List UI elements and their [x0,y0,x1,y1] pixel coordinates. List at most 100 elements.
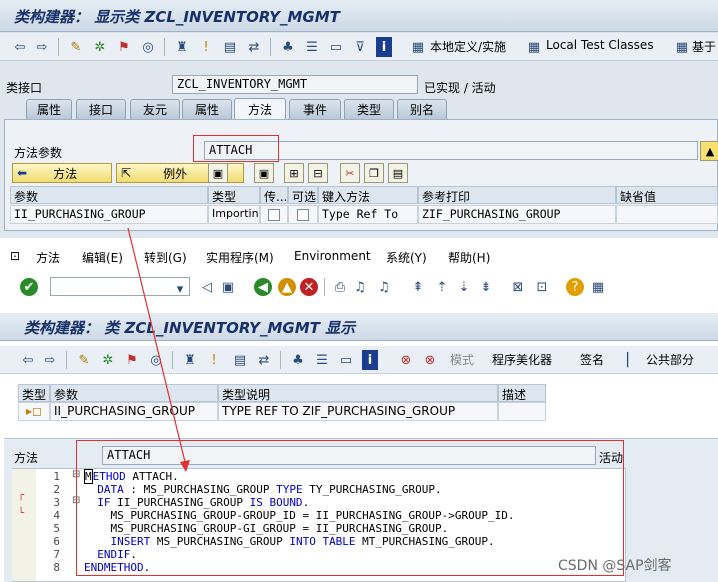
find-next-icon[interactable]: ♫ [376,277,392,297]
info-pin-icon[interactable]: ǃ [198,37,214,57]
menu-icon[interactable]: ⊡ [10,249,20,263]
menu-utilities[interactable]: 实用程序(M) [206,249,274,266]
menu-goto[interactable]: 转到(G) [144,249,187,266]
param-type-cell[interactable]: Importin... [208,205,260,224]
enter-icon[interactable]: ✔ [20,278,38,296]
menu-environment[interactable]: Environment [294,249,371,263]
w2-type-desc-cell[interactable]: TYPE REF TO ZIF_PURCHASING_GROUP [218,402,498,421]
local-test-button[interactable]: Local Test Classes [546,38,654,52]
layout-icon[interactable]: ▭ [328,37,344,57]
back-icon[interactable]: ⇦ [12,37,28,57]
tab-events[interactable]: 事件 [289,99,341,119]
pass-value-checkbox[interactable] [268,208,280,221]
edit2-icon[interactable]: ✎ [76,350,92,370]
menu-system[interactable]: 系统(Y) [386,249,427,266]
local-def-button[interactable]: 本地定义/实施 [430,38,506,55]
public-section-button[interactable]: 公共部分 [646,351,694,368]
activate2-icon[interactable]: ⚑ [124,350,140,370]
stack2-icon[interactable]: ☰ [314,350,330,370]
tab-attributes[interactable]: 属性 [26,99,72,119]
fold-if-icon[interactable]: ⊟ [72,495,80,506]
copy-icon[interactable]: ❐ [364,163,384,183]
tab-friends[interactable]: 友元 [130,99,180,119]
tab-attributes-2[interactable]: 属性 [182,99,232,119]
hierarchy-icon[interactable]: ♜ [174,37,190,57]
check2-icon[interactable]: ✲ [100,350,116,370]
new-session-icon[interactable]: ⊠ [510,277,526,297]
display-object2-icon[interactable]: ▤ [232,350,248,370]
base-button[interactable]: 基于 [692,38,716,55]
back-green-icon[interactable]: ◀ [254,278,272,296]
layout-menu-icon[interactable]: ▦ [590,277,606,297]
help-icon[interactable]: ? [566,278,584,296]
where-used2-icon[interactable]: ◎ [148,350,164,370]
w2-method-field[interactable]: ATTACH [102,446,596,465]
breakpoint-icon[interactable]: ⊗ [398,350,414,370]
command-field[interactable] [50,277,190,296]
pattern-button[interactable]: 模式 [450,351,474,368]
code-text[interactable]: METHOD ATTACH. DATA : MS_PURCHASING_GROU… [84,469,514,574]
class-interface-field[interactable]: ZCL_INVENTORY_MGMT [172,75,418,94]
method-button[interactable]: ⬅ 方法 [12,163,112,183]
session-breakpoint-icon[interactable]: ⊗ [422,350,438,370]
optional-checkbox[interactable] [297,208,309,221]
cancel-icon[interactable]: ✕ [300,278,318,296]
insert-row-icon[interactable]: ⊞ [284,163,304,183]
pass-value-cell[interactable] [260,205,288,224]
collapse-icon[interactable]: ◁ [200,277,214,297]
method-params-field[interactable]: ATTACH [204,141,698,160]
filter-icon[interactable]: ⊽ [352,37,368,57]
forward2-icon[interactable]: ⇨ [42,350,58,370]
command-dropdown-icon[interactable]: ▾ [172,279,188,299]
local-test-icon[interactable]: ▦ [526,37,542,57]
w2-desc-cell[interactable] [498,402,546,421]
param-name-cell[interactable]: II_PURCHASING_GROUP [10,205,208,224]
display-object-icon[interactable]: ▤ [222,37,238,57]
navigate-icon[interactable]: ⇄ [246,37,262,57]
next-page-icon[interactable]: ⇣ [456,277,472,297]
menu-method[interactable]: 方法 [36,249,60,266]
exit-icon[interactable]: ▲ [278,278,296,296]
forward-icon[interactable]: ⇨ [34,37,50,57]
default-value-cell[interactable] [616,205,718,224]
detail-icon[interactable]: ▣ [254,163,274,183]
layout2-icon[interactable]: ▭ [338,350,354,370]
tab-methods[interactable]: 方法 [234,98,286,120]
menu-help[interactable]: 帮助(H) [448,249,490,266]
prev-page-icon[interactable]: ⇡ [434,277,450,297]
tab-interfaces[interactable]: 接口 [76,99,126,119]
scroll-up-icon[interactable]: ▲ [700,141,718,161]
optional-cell[interactable] [288,205,318,224]
cut-icon[interactable]: ✂ [340,163,360,183]
tab-aliases[interactable]: 别名 [397,99,447,119]
back2-icon[interactable]: ⇦ [20,350,36,370]
reference-type-cell[interactable]: ZIF_PURCHASING_GROUP [418,205,616,224]
where-used-icon[interactable]: ◎ [140,37,156,57]
print-icon[interactable]: ⎙ [332,277,348,297]
pretty-printer-button[interactable]: 程序美化器 [492,351,552,368]
edit-icon[interactable]: ✎ [68,37,84,57]
first-page-icon[interactable]: ⇞ [410,277,426,297]
hierarchy2-icon[interactable]: ♜ [182,350,198,370]
display-icon[interactable]: ▣ [208,163,228,183]
info-pin2-icon[interactable]: ǃ [206,350,222,370]
menu-edit[interactable]: 编辑(E) [82,249,123,266]
local-def-icon[interactable]: ▦ [410,37,426,57]
delete-row-icon[interactable]: ⊟ [308,163,328,183]
navigate2-icon[interactable]: ⇄ [256,350,272,370]
activate-icon[interactable]: ⚑ [116,37,132,57]
find-icon[interactable]: ♫ [352,277,368,297]
signature-button[interactable]: 签名 [580,351,604,368]
info2-icon[interactable]: i [362,350,378,370]
typing-method-cell[interactable]: Type Ref To [318,205,418,224]
base-icon[interactable]: ▦ [674,37,690,57]
public-section-icon[interactable]: ▏ [624,350,640,370]
tree-icon[interactable]: ♣ [280,37,296,57]
fold-icon[interactable]: ⊟ [72,469,80,480]
save-icon[interactable]: ▣ [220,277,236,297]
paste-icon[interactable]: ▤ [388,163,408,183]
tab-types[interactable]: 类型 [344,99,394,119]
shortcut-icon[interactable]: ⊡ [534,277,550,297]
tree2-icon[interactable]: ♣ [290,350,306,370]
info-icon[interactable]: i [376,37,392,57]
